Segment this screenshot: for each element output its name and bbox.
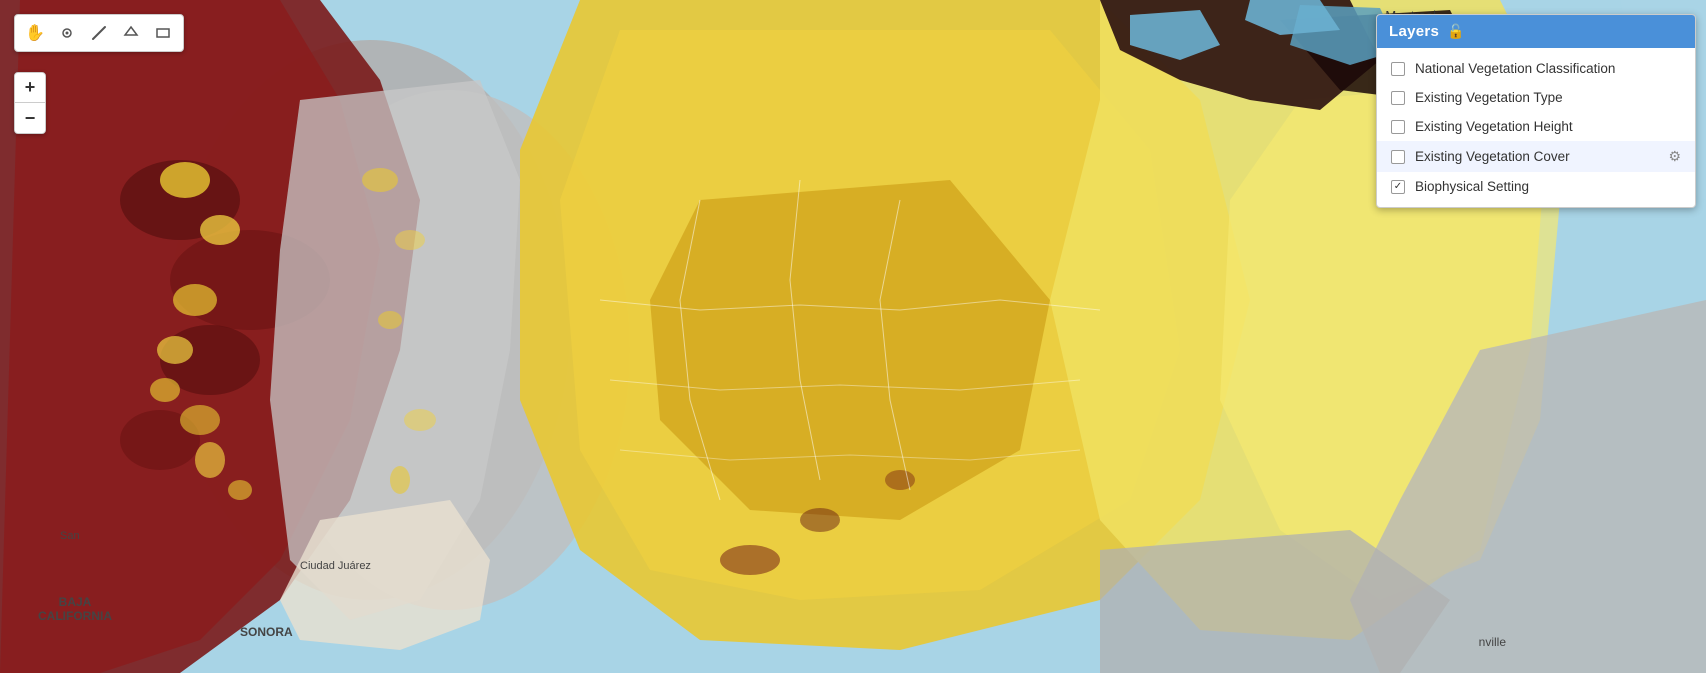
layers-header: Layers 🔓	[1377, 15, 1695, 48]
map-container[interactable]: Montreal San Ciudad Juárez BAJACALIFORNI…	[0, 0, 1706, 673]
layer-item-biophysical-setting[interactable]: ✓ Biophysical Setting	[1377, 172, 1695, 201]
layer-label-existing-vegetation-type: Existing Vegetation Type	[1415, 90, 1681, 105]
zoom-in-button[interactable]: +	[15, 73, 45, 103]
rectangle-tool-button[interactable]	[149, 19, 177, 47]
point-tool-button[interactable]	[53, 19, 81, 47]
layer-label-biophysical-setting: Biophysical Setting	[1415, 179, 1681, 194]
layer-label-national-vegetation-classification: National Vegetation Classification	[1415, 61, 1681, 76]
layer-label-existing-vegetation-height: Existing Vegetation Height	[1415, 119, 1681, 134]
layer-item-existing-vegetation-height[interactable]: Existing Vegetation Height	[1377, 112, 1695, 141]
zoom-controls: + −	[14, 72, 46, 134]
layer-item-existing-vegetation-type[interactable]: Existing Vegetation Type	[1377, 83, 1695, 112]
layer-label-existing-vegetation-cover: Existing Vegetation Cover	[1415, 149, 1658, 164]
polygon-tool-button[interactable]	[117, 19, 145, 47]
pan-tool-button[interactable]: ✋	[21, 19, 49, 47]
settings-icon-existing-vegetation-cover[interactable]: ⚙	[1668, 148, 1681, 165]
layer-checkbox-existing-vegetation-height[interactable]	[1391, 120, 1405, 134]
line-tool-button[interactable]	[85, 19, 113, 47]
layer-checkbox-biophysical-setting[interactable]: ✓	[1391, 180, 1405, 194]
layers-list: National Vegetation Classification Exist…	[1377, 48, 1695, 207]
layer-item-existing-vegetation-cover[interactable]: Existing Vegetation Cover ⚙	[1377, 141, 1695, 172]
layer-checkbox-existing-vegetation-cover[interactable]	[1391, 150, 1405, 164]
zoom-out-button[interactable]: −	[15, 103, 45, 133]
layers-title: Layers	[1389, 23, 1439, 40]
layer-item-national-vegetation-classification[interactable]: National Vegetation Classification	[1377, 54, 1695, 83]
layer-checkbox-national-vegetation-classification[interactable]	[1391, 62, 1405, 76]
layer-checkbox-existing-vegetation-type[interactable]	[1391, 91, 1405, 105]
layers-panel: Layers 🔓 National Vegetation Classificat…	[1376, 14, 1696, 208]
lock-icon[interactable]: 🔓	[1447, 23, 1464, 40]
map-toolbar: ✋	[14, 14, 184, 52]
